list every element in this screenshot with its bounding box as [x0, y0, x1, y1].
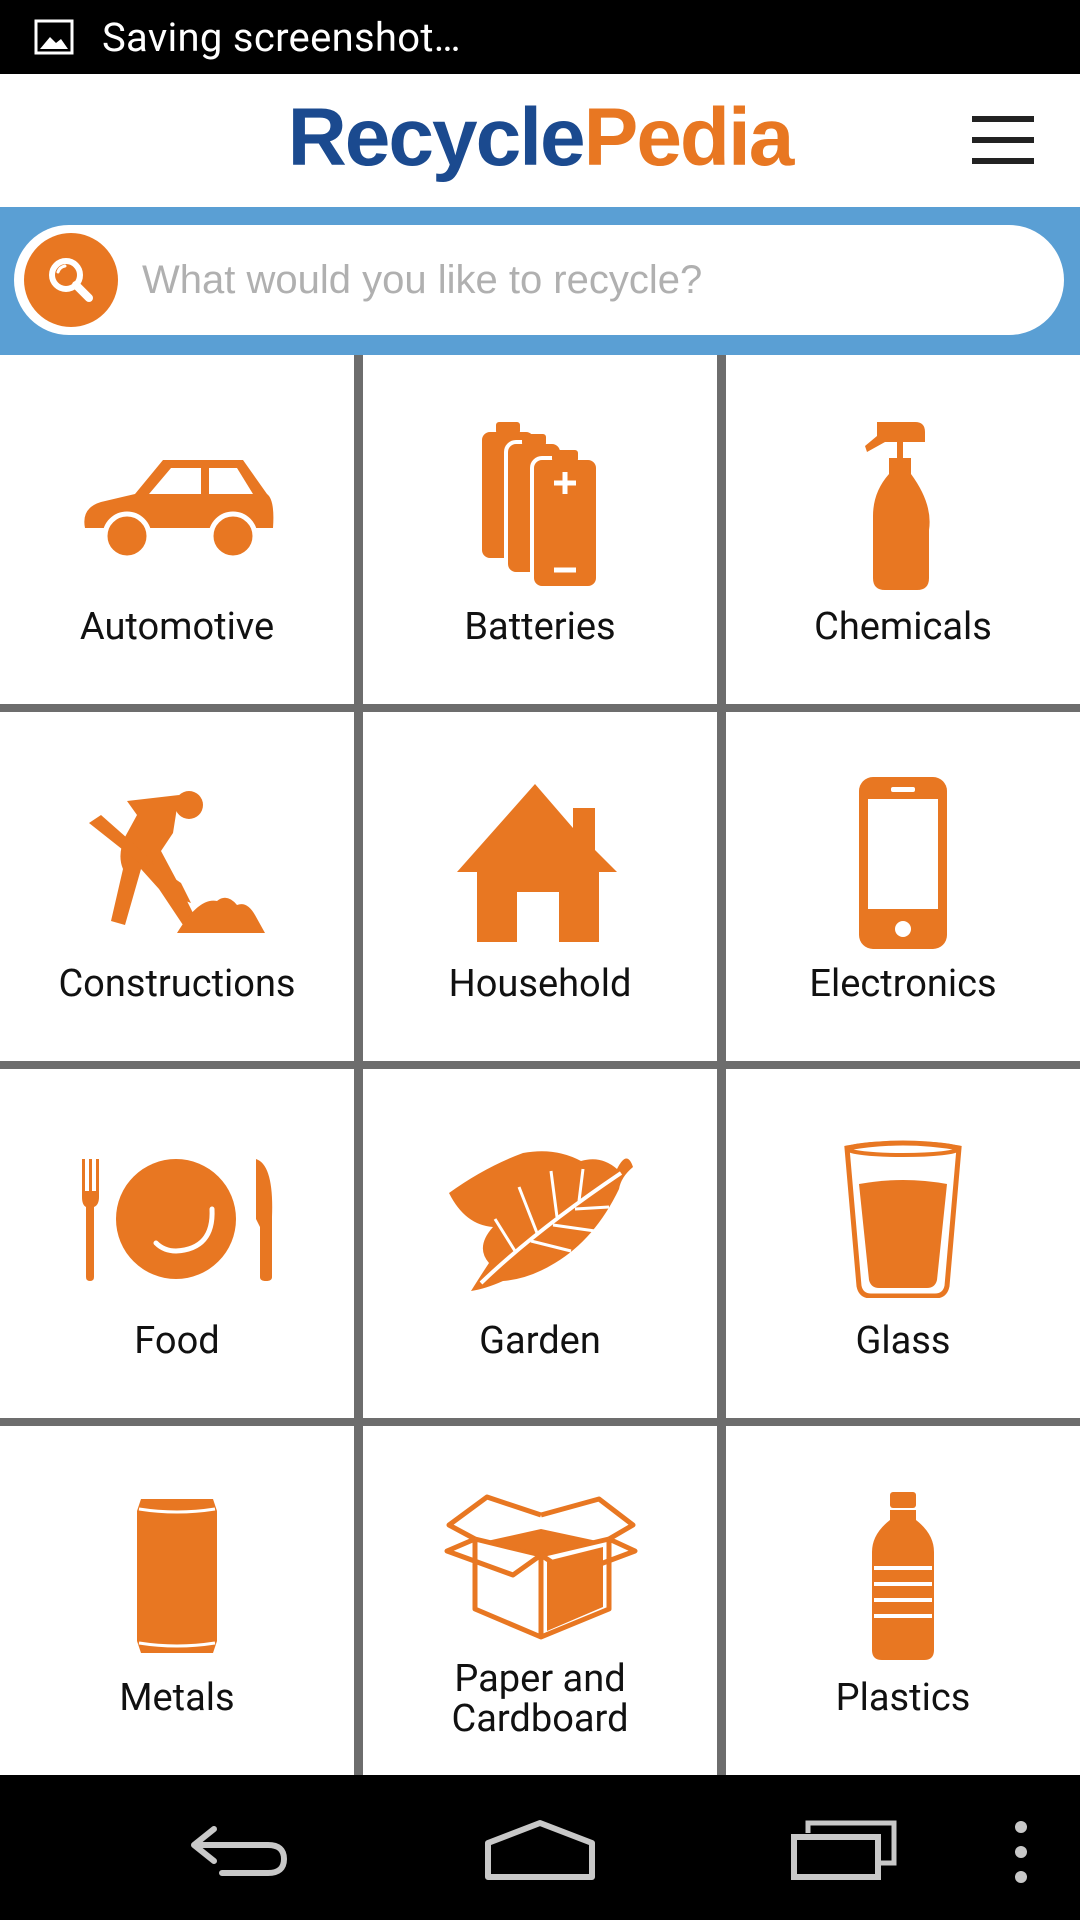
category-grid: Automotive Batteries Chemicals Construct…: [0, 355, 1080, 1775]
app-logo: RecyclePedia: [0, 92, 1080, 184]
category-label: Glass: [855, 1319, 951, 1363]
category-label: Paper and Cardboard: [451, 1657, 629, 1741]
category-plastics[interactable]: Plastics: [726, 1426, 1080, 1775]
category-label: Food: [134, 1319, 220, 1363]
category-glass[interactable]: Glass: [726, 1069, 1080, 1418]
spray-bottle-icon: [798, 415, 1008, 595]
category-label: Constructions: [58, 962, 296, 1006]
category-garden[interactable]: Garden: [363, 1069, 717, 1418]
category-label: Plastics: [835, 1676, 971, 1720]
batteries-icon: [435, 415, 645, 595]
leaf-icon: [435, 1129, 645, 1309]
category-electronics[interactable]: Electronics: [726, 712, 1080, 1061]
hamburger-menu-icon[interactable]: [972, 116, 1034, 164]
status-text: Saving screenshot…: [102, 13, 461, 61]
category-paper-cardboard[interactable]: Paper and Cardboard: [363, 1426, 717, 1775]
search-input[interactable]: [140, 256, 1024, 304]
home-icon[interactable]: [484, 1819, 596, 1881]
category-household[interactable]: Household: [363, 712, 717, 1061]
category-label: Automotive: [79, 605, 275, 649]
category-automotive[interactable]: Automotive: [0, 355, 354, 704]
drinking-glass-icon: [798, 1129, 1008, 1309]
image-icon: [34, 19, 74, 55]
status-bar: Saving screenshot…: [0, 0, 1080, 74]
category-label: Chemicals: [814, 605, 992, 649]
category-label: Electronics: [809, 962, 997, 1006]
construction-worker-icon: [72, 772, 282, 952]
overflow-menu-icon[interactable]: [1010, 1819, 1032, 1885]
category-constructions[interactable]: Constructions: [0, 712, 354, 1061]
recents-icon[interactable]: [790, 1819, 898, 1881]
plastic-bottle-icon: [798, 1486, 1008, 1666]
smartphone-icon: [798, 772, 1008, 952]
search-box[interactable]: [14, 225, 1064, 335]
logo-recycle: Recycle: [287, 92, 586, 183]
category-label: Garden: [479, 1319, 601, 1363]
category-label: Batteries: [464, 605, 616, 649]
back-icon[interactable]: [186, 1823, 290, 1879]
category-metals[interactable]: Metals: [0, 1426, 354, 1775]
plate-utensils-icon: [72, 1129, 282, 1309]
category-chemicals[interactable]: Chemicals: [726, 355, 1080, 704]
system-nav-bar: [0, 1775, 1080, 1920]
search-band: [0, 207, 1080, 355]
cardboard-box-icon: [435, 1476, 645, 1656]
can-icon: [72, 1486, 282, 1666]
search-icon[interactable]: [24, 233, 118, 327]
logo-pedia: Pedia: [583, 92, 795, 183]
category-label: Metals: [119, 1676, 235, 1720]
app-header: RecyclePedia: [0, 74, 1080, 207]
category-food[interactable]: Food: [0, 1069, 354, 1418]
house-icon: [435, 772, 645, 952]
category-batteries[interactable]: Batteries: [363, 355, 717, 704]
category-label: Household: [448, 962, 632, 1006]
car-icon: [72, 415, 282, 595]
